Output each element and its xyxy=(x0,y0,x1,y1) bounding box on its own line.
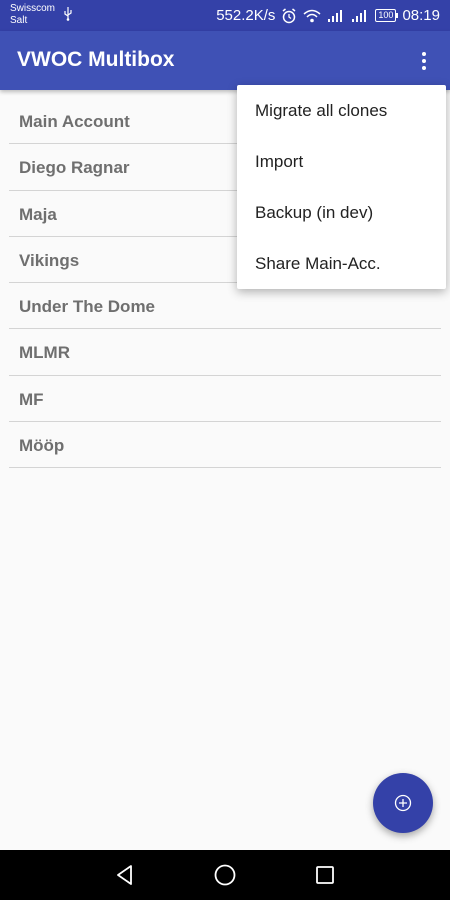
carrier-line-2: Salt xyxy=(10,15,28,26)
account-name: Vikings xyxy=(19,250,80,270)
navigation-bar xyxy=(0,850,450,900)
network-speed: 552.2K/s xyxy=(216,7,276,24)
account-name: Maja xyxy=(19,204,57,224)
status-bar: Swisscom Salt 552.2K/s 100 08:19 xyxy=(0,0,450,31)
app-title: VWOC Multibox xyxy=(17,48,175,71)
alarm-icon xyxy=(282,7,296,23)
account-name: MLMR xyxy=(19,343,70,363)
menu-item-migrate-all-clones[interactable]: Migrate all clones xyxy=(237,85,446,136)
more-vert-icon[interactable] xyxy=(408,45,440,77)
account-name: MF xyxy=(19,389,44,409)
app-bar: VWOC Multibox xyxy=(0,31,450,90)
menu-item-import[interactable]: Import xyxy=(237,136,446,187)
add-account-button[interactable] xyxy=(373,773,433,833)
recents-square-icon[interactable] xyxy=(313,863,337,887)
signal-icon-2 xyxy=(352,9,367,22)
overflow-menu: Migrate all clones Import Backup (in dev… xyxy=(237,85,446,289)
wifi-icon xyxy=(303,9,321,22)
add-circle-icon xyxy=(394,794,412,812)
usb-icon xyxy=(64,7,72,21)
clock: 08:19 xyxy=(402,7,440,24)
home-circle-icon[interactable] xyxy=(213,863,237,887)
account-name: Under The Dome xyxy=(19,297,156,317)
menu-item-share-main-acc[interactable]: Share Main-Acc. xyxy=(237,238,446,289)
account-name: Mööp xyxy=(19,436,65,456)
list-item[interactable]: Mööp xyxy=(9,422,441,469)
account-name: Main Account xyxy=(19,112,130,131)
carrier-line-1: Swisscom xyxy=(10,3,56,14)
battery-icon: 100 xyxy=(375,9,399,22)
carrier-info: Swisscom Salt xyxy=(10,3,55,27)
back-triangle-icon[interactable] xyxy=(113,863,137,887)
list-item[interactable]: MLMR xyxy=(9,329,441,376)
list-item[interactable]: Under The Dome xyxy=(9,283,441,330)
menu-item-backup[interactable]: Backup (in dev) xyxy=(237,187,446,238)
status-right: 552.2K/s 100 08:19 xyxy=(216,0,440,31)
account-name: Diego Ragnar xyxy=(19,158,130,178)
signal-icon-1 xyxy=(328,9,343,22)
list-item[interactable]: MF xyxy=(9,376,441,423)
